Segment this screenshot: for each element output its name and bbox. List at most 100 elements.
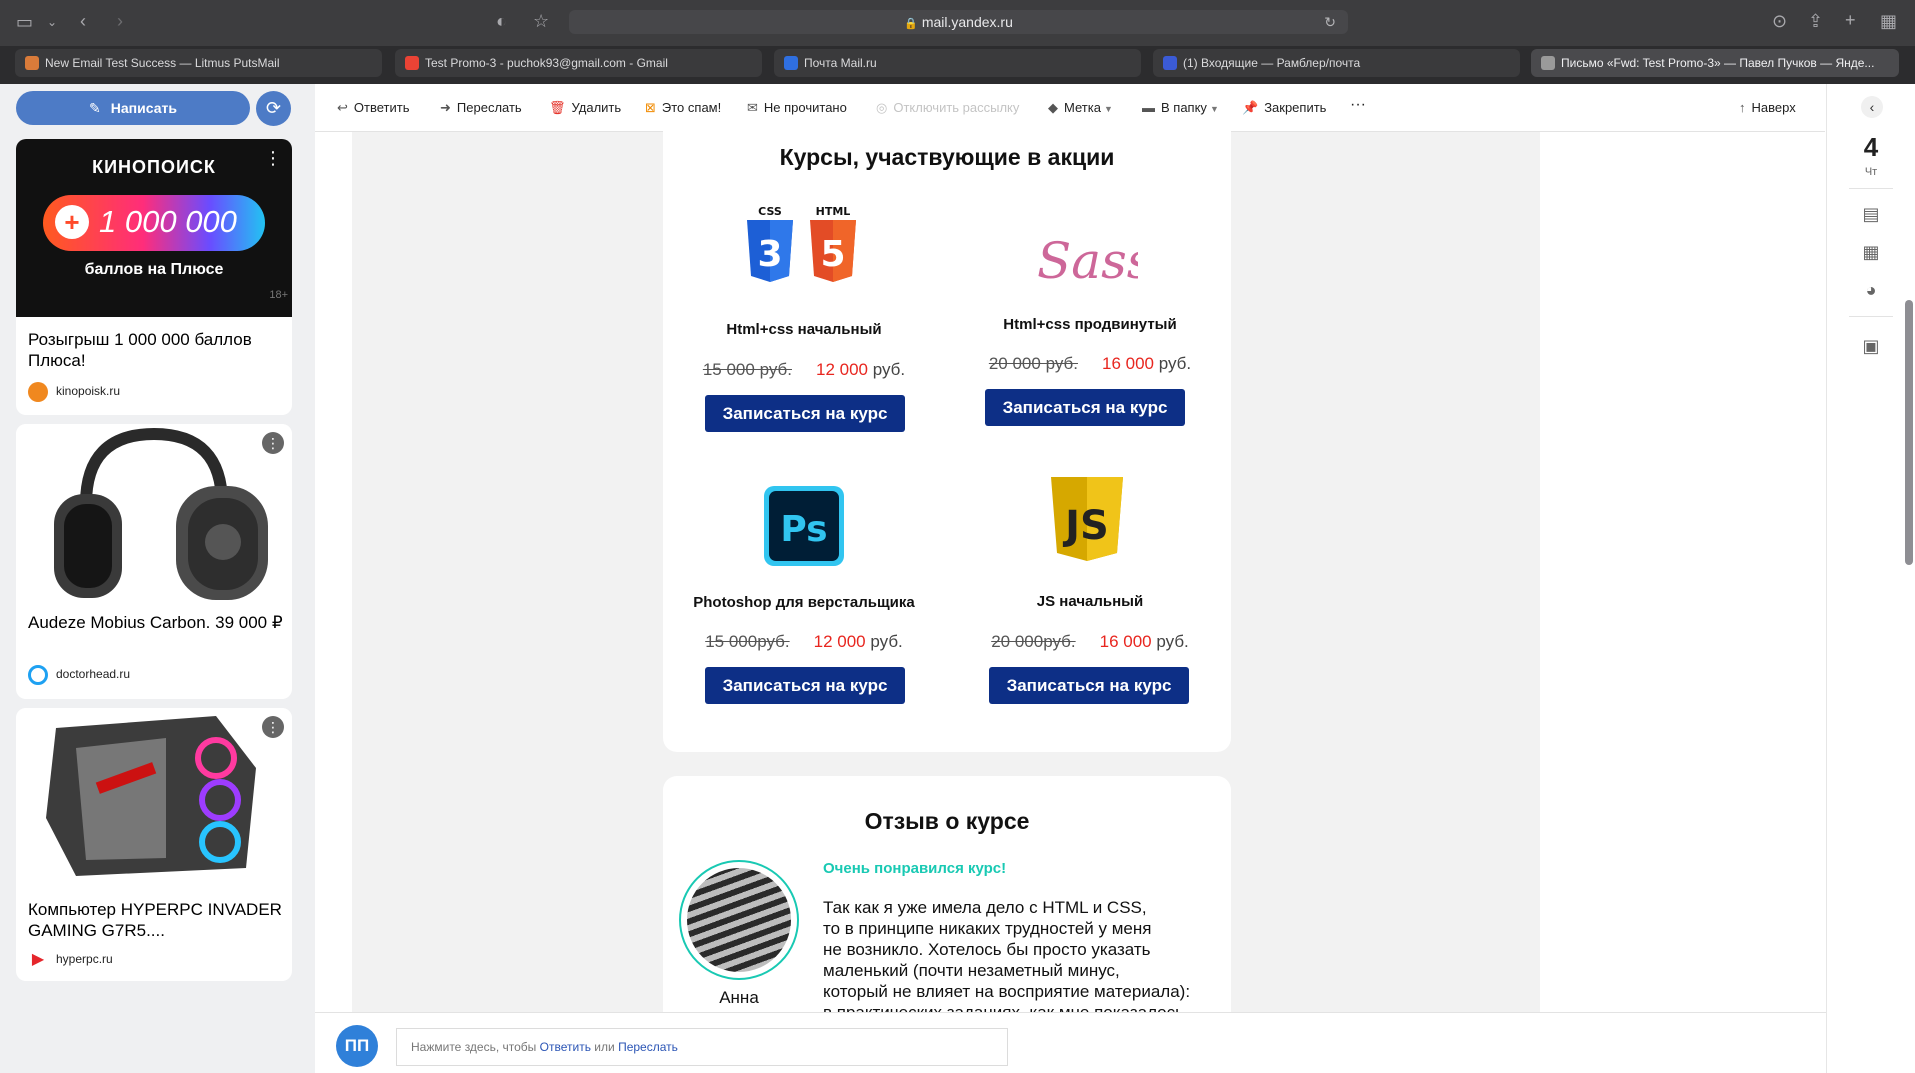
scroll-top-button[interactable]: ↑ Наверх [1739,100,1796,116]
download-icon[interactable]: ⊙ [1772,11,1787,31]
apps-icon[interactable]: ▦ [1859,240,1883,264]
reviewer-avatar [679,860,799,980]
tab-rambler[interactable]: (1) Входящие — Рамблер/почта [1153,49,1520,77]
folder-icon: ▬ [1142,100,1155,115]
ad-banner: КИНОПОИСК + 1 000 000 баллов на Плюсе 18… [16,139,292,317]
tab-gmail[interactable]: Test Promo-3 - puchok93@gmail.com - Gmai… [395,49,762,77]
forward-link[interactable]: Переслать [618,1040,678,1054]
tab-label: Письмо «Fwd: Test Promo-3» — Павел Пучко… [1561,56,1875,70]
unread-label: Не прочитано [763,100,847,115]
spam-button[interactable]: ⊠ Это спам! [645,100,721,116]
ad-card-kinopoisk[interactable]: КИНОПОИСК + 1 000 000 баллов на Плюсе 18… [16,139,292,415]
ad-title: Компьютер HYPERPC INVADER GAMING G7R5...… [28,900,282,940]
mail-icon [1163,56,1177,70]
review-line: не возникло. Хотелось бы просто указать [823,940,1151,959]
reply-button[interactable]: ↩ Ответить [337,100,409,116]
courses-title: Курсы, участвующие в акции [779,144,1115,170]
age-rating: 18+ [269,289,288,301]
reply-link[interactable]: Ответить [540,1040,591,1054]
reload-icon[interactable]: ↻ [1324,10,1336,34]
enroll-button[interactable]: Записаться на курс [705,395,905,432]
currency: руб. [870,632,903,651]
ad-menu-icon[interactable]: ⋮ [262,147,284,169]
ad-source: ▶ hyperpc.ru [28,950,113,970]
banner-brand: КИНОПОИСК [92,157,216,177]
old-price: 20 000руб. [991,632,1076,651]
review-line: Так как я уже имела дело с HTML и CSS, [823,898,1147,917]
tag-icon: ◆ [1048,100,1058,115]
reply-or: или [594,1040,615,1054]
star-icon[interactable]: ☆ [533,11,549,31]
tab-label: (1) Входящие — Рамблер/почта [1183,56,1361,70]
address-bar[interactable]: 🔒 mail.yandex.ru ↻ [569,10,1348,34]
folder-button[interactable]: ▬ В папку ▼ [1142,100,1219,117]
user-avatar[interactable]: ПП [336,1025,378,1067]
review-line: то в принципе никаких трудностей у меня [823,919,1152,938]
ad-card-hyperpc[interactable]: ⋮ Компьютер HYPERPC INVADER GAMING G7R5.… [16,708,292,981]
more-button[interactable]: ··· [1350,97,1366,113]
pin-button[interactable]: 📌 Закрепить [1242,100,1326,116]
url-text: mail.yandex.ru [921,14,1013,30]
tab-mailru[interactable]: Почта Mail.ru [774,49,1141,77]
course-price: 20 000 руб. 16 000 руб. [970,354,1210,374]
enroll-button[interactable]: Записаться на курс [985,389,1185,426]
unread-button[interactable]: ✉ Не прочитано [747,100,847,116]
svg-text:HTML: HTML [816,205,851,218]
tab-litmus[interactable]: New Email Test Success — Litmus PutsMail [15,49,382,77]
pin-icon: 📌 [1242,100,1259,115]
course-name: Html+css начальный [726,321,882,338]
new-price: 12 000 [815,360,868,379]
unsubscribe-label: Отключить рассылку [893,100,1020,115]
tab-label: Почта Mail.ru [804,56,877,70]
banner-amount: 1 000 000 [99,204,237,239]
old-price: 15 000 руб. [702,360,792,379]
new-price: 12 000 [813,632,866,651]
review-text: Так как я уже имела дело с HTML и CSS, т… [823,897,1243,1012]
browser-titlebar: ▭ ⌄ ‹ › ◐ ☆ 🔒 mail.yandex.ru ↻ ⊙ ⇪ + ▦ [0,0,1915,46]
sidebar-toggle-icon[interactable]: ▭ [16,12,33,32]
refresh-button[interactable]: ⟳ [256,91,291,126]
divider [1849,188,1893,189]
compose-button[interactable]: ✎ Написать [16,91,250,125]
ad-menu-icon[interactable]: ⋮ [262,432,284,454]
ad-card-audeze[interactable]: ⋮ Audeze Mobius Carbon. 39 000 ₽ doctorh… [16,424,292,699]
quick-reply-input[interactable]: Нажмите здесь, чтобы Ответить или Пересл… [396,1028,1008,1066]
calendar-day-number[interactable]: 4 [1827,132,1915,163]
tab-yandex-letter[interactable]: Письмо «Fwd: Test Promo-3» — Павел Пучко… [1531,49,1899,77]
label-button[interactable]: ◆ Метка ▼ [1048,100,1113,117]
pencil-icon: ✎ [89,100,101,116]
forward-button[interactable]: ➜ Переслать [440,100,522,116]
ad-menu-icon[interactable]: ⋮ [262,716,284,738]
new-tab-icon[interactable]: + [1845,10,1856,30]
banner-subtitle: баллов на Плюсе [84,261,224,278]
scrollbar[interactable] [1905,300,1913,565]
spam-label: Это спам! [661,100,722,115]
enroll-button[interactable]: Записаться на курс [705,667,905,704]
reply-prefix: Нажмите здесь, чтобы [411,1040,537,1054]
computer-image [16,708,292,884]
ad-source-label: doctorhead.ru [56,667,131,682]
reply-label: Ответить [353,100,410,115]
more-label: ··· [1350,96,1366,113]
label-label: Метка [1064,100,1101,115]
hyperpc-icon: ▶ [28,950,48,970]
todo-icon[interactable]: ▣ [1859,334,1883,358]
review-line: маленький (почти незаметный минус, [823,961,1120,980]
shield-icon[interactable]: ◐ [496,11,507,31]
chevron-down-icon[interactable]: ⌄ [47,12,57,32]
pin-label: Закрепить [1264,100,1327,115]
back-icon[interactable]: ‹ [80,11,86,31]
new-price: 16 000 [1099,632,1152,651]
review-line: в практических заданиях, как мне показал… [823,1002,1243,1012]
delete-button[interactable]: 🗑 Удалить [549,100,621,116]
enroll-button[interactable]: Записаться на курс [989,667,1189,704]
tab-overview-icon[interactable]: ▦ [1880,11,1897,31]
calendar-day-name: Чт [1864,166,1878,178]
collapse-chevron-icon[interactable]: ‹ [1861,96,1883,118]
review-title: Отзыв о курсе [864,808,1030,834]
courses-card: Курсы, участвующие в акции CSS HTML 3 5 … [663,120,1231,752]
disk-icon[interactable]: ◕ [1859,278,1883,302]
share-icon[interactable]: ⇪ [1808,11,1823,31]
notes-icon[interactable]: ▤ [1859,202,1883,226]
ad-title: Audeze Mobius Carbon. 39 000 ₽ [28,613,283,632]
